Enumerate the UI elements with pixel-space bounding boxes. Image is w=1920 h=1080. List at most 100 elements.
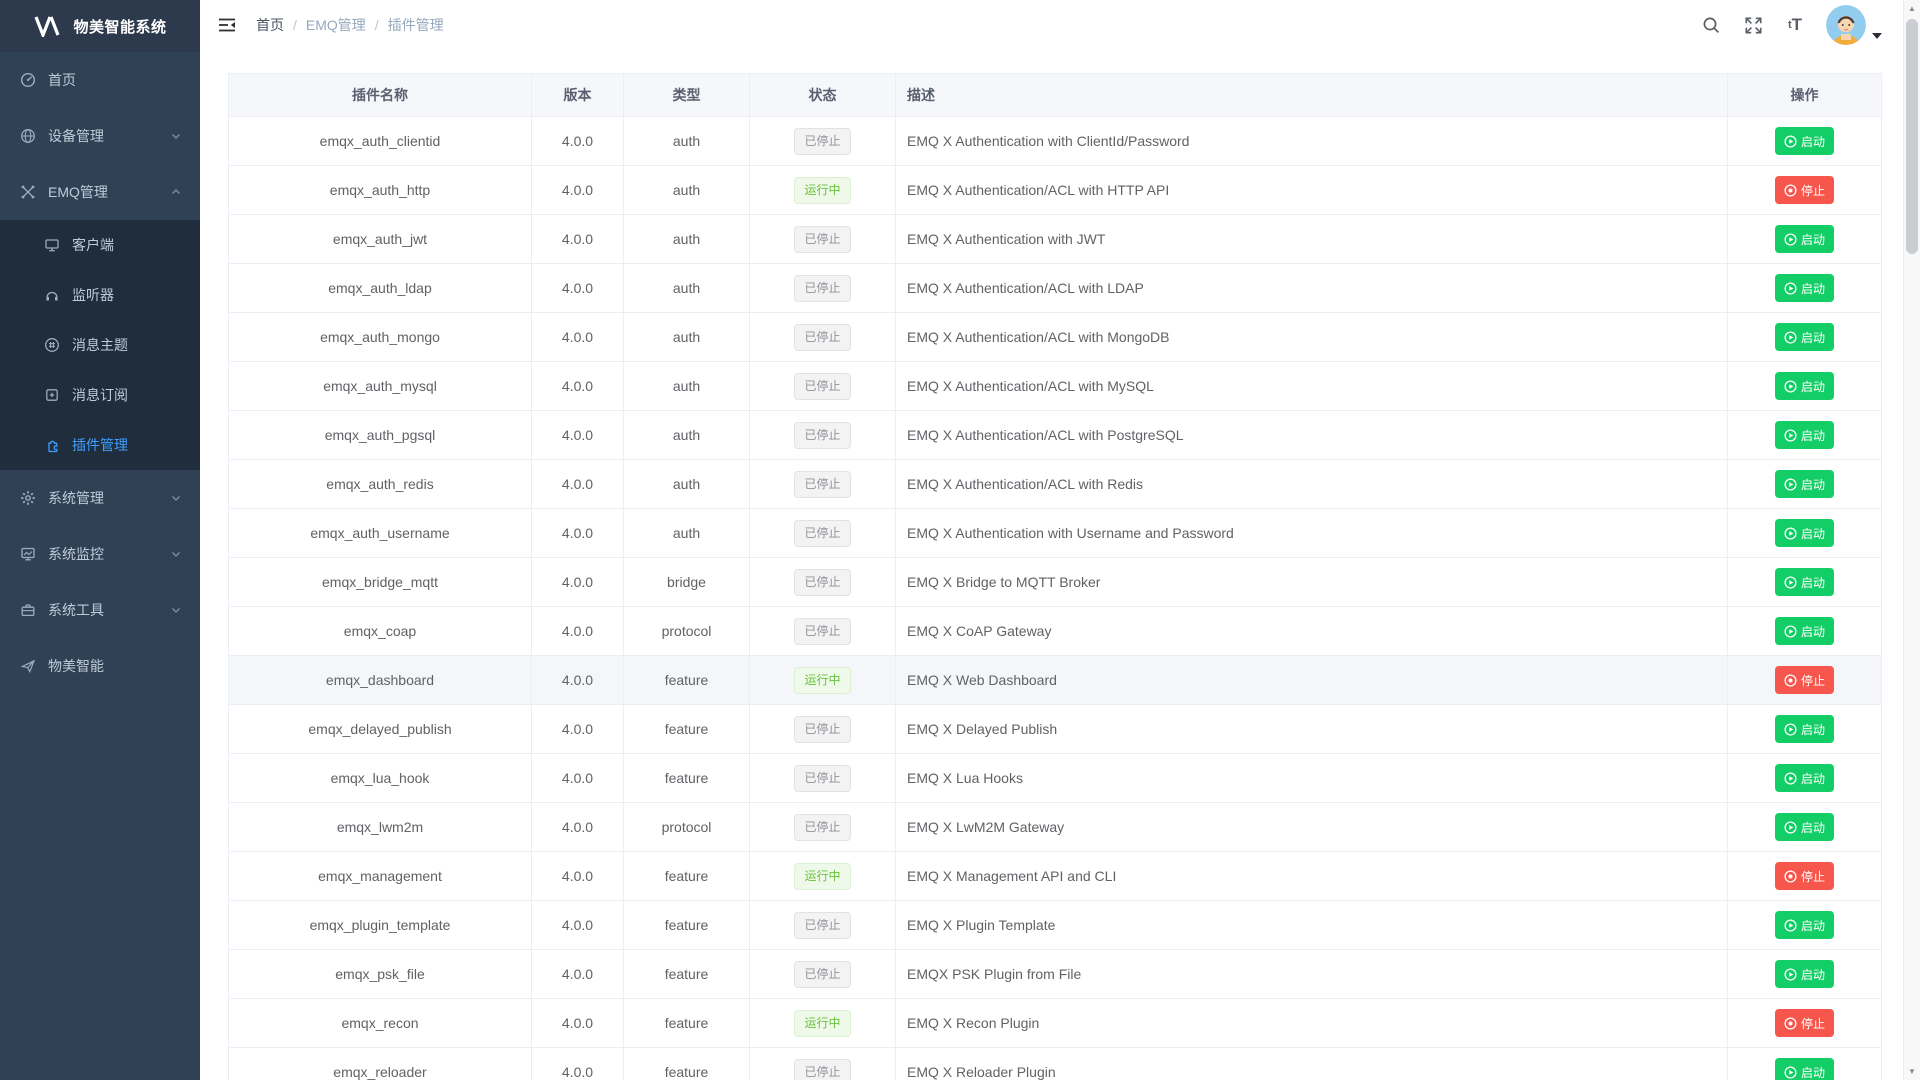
toggle-plugin-button[interactable]: 启动 (1775, 1058, 1834, 1080)
plugin-type: feature (624, 852, 750, 901)
toggle-plugin-button[interactable]: 启动 (1775, 764, 1834, 792)
sidebar-toggle-button[interactable] (216, 14, 238, 36)
status-badge: 已停止 (794, 324, 850, 351)
sidebar-item-plugins[interactable]: 插件管理 (0, 420, 200, 470)
plugin-name: emqx_auth_mysql (229, 362, 532, 411)
sidebar-item-system-admin[interactable]: 系统管理 (0, 470, 200, 526)
topbar-actions: tT (1694, 5, 1912, 45)
plugin-table-body: emqx_auth_clientid 4.0.0 auth 已停止 EMQ X … (229, 117, 1882, 1080)
plugin-version: 4.0.0 (532, 607, 624, 656)
sidebar-item-listeners[interactable]: 监听器 (0, 270, 200, 320)
plugin-version: 4.0.0 (532, 852, 624, 901)
sidebar-item-clients[interactable]: 客户端 (0, 220, 200, 270)
table-row: emqx_coap 4.0.0 protocol 已停止 EMQ X CoAP … (229, 607, 1882, 656)
toggle-plugin-button[interactable]: 停止 (1775, 1009, 1834, 1037)
plugin-description: EMQ X Authentication/ACL with PostgreSQL (896, 411, 1728, 460)
table-row: emqx_auth_jwt 4.0.0 auth 已停止 EMQ X Authe… (229, 215, 1882, 264)
sidebar-item-label: 系统工具 (48, 600, 170, 620)
toggle-plugin-button[interactable]: 启动 (1775, 372, 1834, 400)
plugin-description: EMQ X Authentication with JWT (896, 215, 1728, 264)
column-header-name: 插件名称 (229, 74, 532, 117)
sidebar-item-label: 设备管理 (48, 126, 170, 146)
status-badge: 已停止 (794, 912, 850, 939)
plugin-version: 4.0.0 (532, 558, 624, 607)
plugin-type: auth (624, 411, 750, 460)
sidebar-item-system-tools[interactable]: 系统工具 (0, 582, 200, 638)
toggle-plugin-button[interactable]: 启动 (1775, 519, 1834, 547)
plugin-version: 4.0.0 (532, 166, 624, 215)
breadcrumb-current: 插件管理 (388, 15, 444, 35)
sidebar-item-devices[interactable]: 设备管理 (0, 108, 200, 164)
toggle-plugin-button[interactable]: 启动 (1775, 715, 1834, 743)
dashboard-icon (20, 72, 36, 88)
sidebar-item-topics[interactable]: 消息主题 (0, 320, 200, 370)
toggle-plugin-button[interactable]: 启动 (1775, 421, 1834, 449)
plugin-name: emqx_recon (229, 999, 532, 1048)
plugin-type: auth (624, 117, 750, 166)
button-label: 停止 (1801, 672, 1825, 689)
devices-icon (20, 128, 36, 144)
sidebar-item-label: EMQ管理 (48, 182, 170, 202)
sidebar-item-label: 首页 (48, 70, 182, 90)
emq-nodes-icon (20, 184, 36, 200)
emq-submenu: 客户端 监听器 消息主题 (0, 220, 200, 470)
sidebar-item-home[interactable]: 首页 (0, 52, 200, 108)
plugin-name: emqx_auth_jwt (229, 215, 532, 264)
plugin-name: emqx_auth_redis (229, 460, 532, 509)
play-circle-icon (1784, 772, 1797, 785)
button-label: 启动 (1801, 966, 1825, 983)
toggle-plugin-button[interactable]: 启动 (1775, 813, 1834, 841)
vertical-scrollbar[interactable]: ▲ ▼ (1903, 0, 1920, 1080)
sidebar-item-label: 系统管理 (48, 488, 170, 508)
table-row: emqx_auth_pgsql 4.0.0 auth 已停止 EMQ X Aut… (229, 411, 1882, 460)
plugin-type: feature (624, 950, 750, 999)
plugin-name: emqx_auth_username (229, 509, 532, 558)
toggle-plugin-button[interactable]: 停止 (1775, 666, 1834, 694)
fullscreen-icon[interactable] (1736, 8, 1770, 42)
toggle-plugin-button[interactable]: 启动 (1775, 911, 1834, 939)
toggle-plugin-button[interactable]: 启动 (1775, 323, 1834, 351)
plugin-version: 4.0.0 (532, 362, 624, 411)
table-row: emqx_auth_clientid 4.0.0 auth 已停止 EMQ X … (229, 117, 1882, 166)
play-circle-icon (1784, 576, 1797, 589)
breadcrumb-separator: / (375, 17, 379, 33)
status-badge: 运行中 (794, 667, 850, 694)
scroll-down-arrow-icon[interactable]: ▼ (1904, 1063, 1920, 1080)
breadcrumb-home[interactable]: 首页 (256, 15, 284, 35)
button-label: 启动 (1801, 525, 1825, 542)
play-circle-icon (1784, 135, 1797, 148)
toggle-plugin-button[interactable]: 启动 (1775, 617, 1834, 645)
plugin-version: 4.0.0 (532, 117, 624, 166)
font-size-icon[interactable]: tT (1778, 8, 1812, 42)
toggle-plugin-button[interactable]: 停止 (1775, 862, 1834, 890)
toggle-plugin-button[interactable]: 启动 (1775, 960, 1834, 988)
toggle-plugin-button[interactable]: 启动 (1775, 274, 1834, 302)
plugin-description: EMQ X Plugin Template (896, 901, 1728, 950)
user-menu[interactable] (1826, 5, 1882, 45)
table-row: emqx_lua_hook 4.0.0 feature 已停止 EMQ X Lu… (229, 754, 1882, 803)
scrollbar-thumb[interactable] (1906, 19, 1918, 254)
play-circle-icon (1784, 331, 1797, 344)
plugin-type: feature (624, 754, 750, 803)
search-icon[interactable] (1694, 8, 1728, 42)
toggle-plugin-button[interactable]: 启动 (1775, 568, 1834, 596)
plugin-name: emqx_auth_clientid (229, 117, 532, 166)
button-label: 启动 (1801, 378, 1825, 395)
toggle-plugin-button[interactable]: 启动 (1775, 470, 1834, 498)
toolbox-icon (20, 602, 36, 618)
play-circle-icon (1784, 429, 1797, 442)
status-badge: 已停止 (794, 716, 850, 743)
toggle-plugin-button[interactable]: 停止 (1775, 176, 1834, 204)
toggle-plugin-button[interactable]: 启动 (1775, 127, 1834, 155)
sidebar-item-system-monitor[interactable]: 系统监控 (0, 526, 200, 582)
plugin-description: EMQ X Authentication/ACL with HTTP API (896, 166, 1728, 215)
puzzle-icon (44, 437, 60, 453)
breadcrumb-emq: EMQ管理 (306, 15, 366, 35)
scroll-up-arrow-icon[interactable]: ▲ (1904, 0, 1920, 17)
sidebar-item-wumei-ai[interactable]: 物美智能 (0, 638, 200, 694)
toggle-plugin-button[interactable]: 启动 (1775, 225, 1834, 253)
client-monitor-icon (44, 237, 60, 253)
sidebar-item-subscriptions[interactable]: 消息订阅 (0, 370, 200, 420)
sidebar-item-emq[interactable]: EMQ管理 (0, 164, 200, 220)
plugin-description: EMQ X Web Dashboard (896, 656, 1728, 705)
